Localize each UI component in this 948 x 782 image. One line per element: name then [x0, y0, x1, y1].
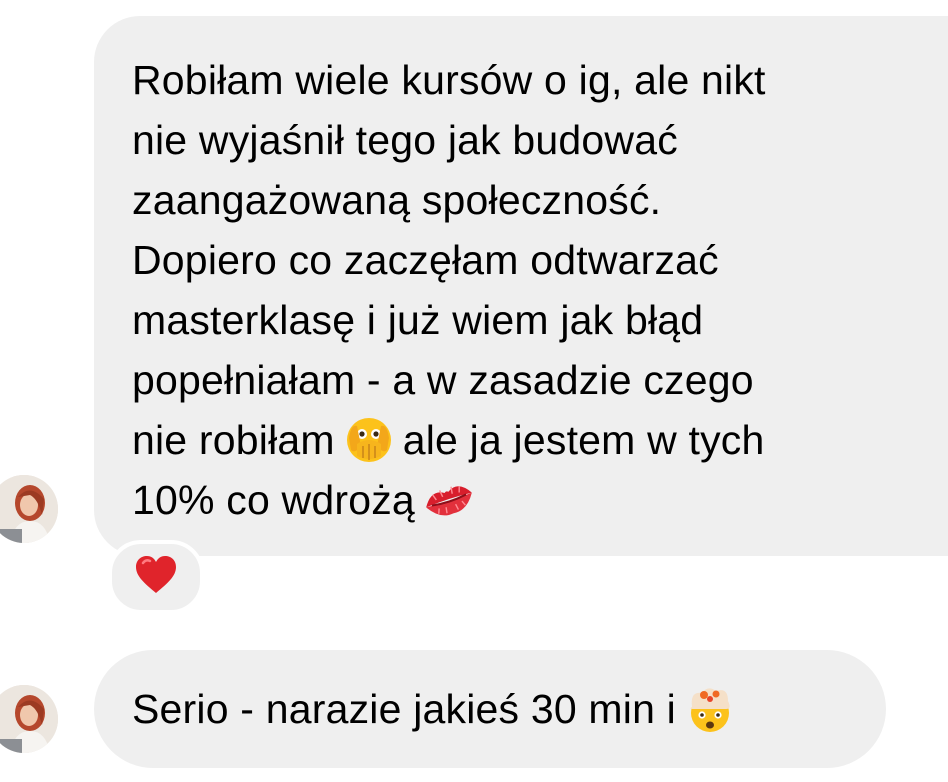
- kiss-mark-emoji: [421, 476, 477, 524]
- avatar-photo: [0, 475, 58, 543]
- sender-avatar[interactable]: [0, 475, 58, 543]
- message-reaction[interactable]: [108, 540, 204, 614]
- face-with-open-eyes-and-hand-over-mouth-emoji: [341, 416, 397, 464]
- message-text: Robiłam wiele kursów o ig, ale nikt nie …: [132, 50, 910, 530]
- message-text-part: Robiłam wiele kursów o ig, ale nikt nie …: [132, 57, 766, 463]
- message-text: Serio - narazie jakieś 30 min i: [132, 679, 744, 739]
- message-bubble[interactable]: Serio - narazie jakieś 30 min i: [94, 650, 886, 768]
- exploding-head-emoji: [682, 685, 738, 733]
- red-heart-emoji: [134, 555, 178, 600]
- avatar-photo: [0, 685, 58, 753]
- message-text-part: Serio - narazie jakieś 30 min i: [132, 686, 676, 732]
- message-bubble[interactable]: Robiłam wiele kursów o ig, ale nikt nie …: [94, 16, 948, 556]
- sender-avatar[interactable]: [0, 685, 58, 753]
